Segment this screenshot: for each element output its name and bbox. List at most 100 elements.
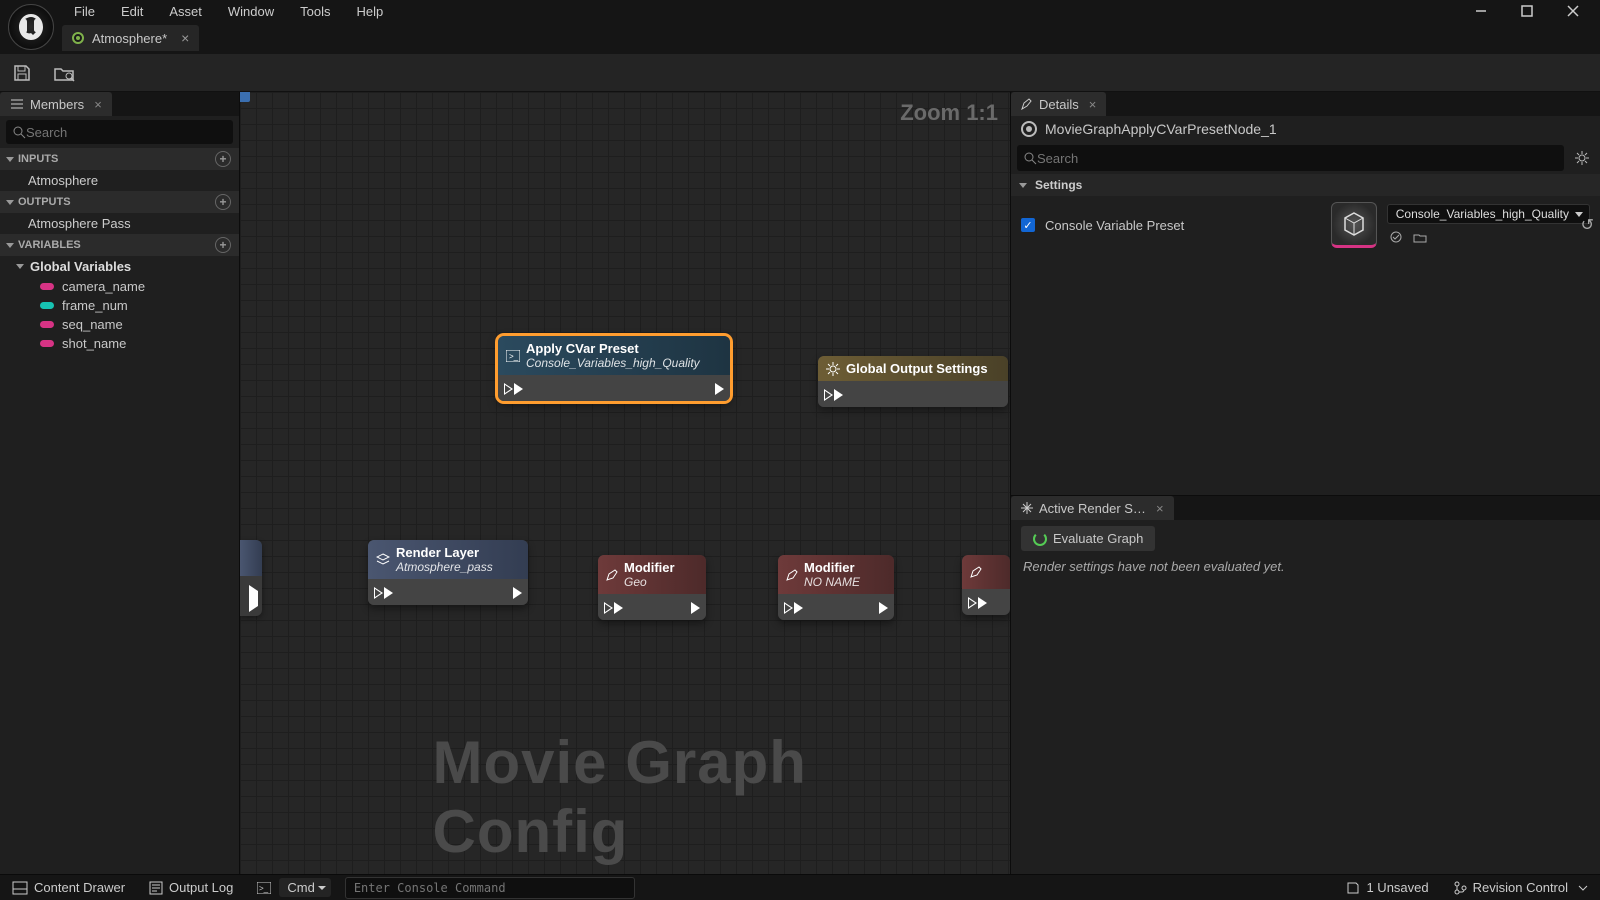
node-instance-icon — [1021, 121, 1037, 137]
input-item[interactable]: Atmosphere — [0, 170, 239, 191]
members-panel: Members × INPUTS+ Atmosphere OUTPUTS+ At… — [0, 92, 240, 874]
details-settings-button[interactable] — [1570, 146, 1594, 170]
node-title: Modifier — [624, 560, 675, 575]
terminal-icon: >_ — [257, 882, 271, 894]
output-item[interactable]: Atmosphere Pass — [0, 213, 239, 234]
browse-to-asset-button[interactable] — [1411, 228, 1429, 246]
exec-pin-in[interactable] — [784, 602, 803, 614]
members-tab-close[interactable]: × — [94, 97, 102, 112]
reset-property-button[interactable]: ↺ — [1581, 215, 1594, 235]
menu-bar: File Edit Asset Window Tools Help — [0, 0, 395, 22]
type-pill-icon — [40, 302, 54, 309]
exec-pin-in[interactable] — [504, 383, 523, 395]
render-settings-tab[interactable]: Active Render S… × — [1011, 496, 1174, 520]
details-search-input[interactable] — [1037, 151, 1558, 166]
exec-pin-in[interactable] — [824, 389, 843, 401]
node-subtitle: Atmosphere_pass — [396, 560, 493, 574]
type-pill-icon — [40, 321, 54, 328]
node-title: Apply CVar Preset — [526, 341, 700, 356]
node-subtitle: Geo — [624, 575, 675, 589]
exec-pin-out[interactable] — [879, 602, 888, 614]
exec-pin-out[interactable] — [715, 383, 724, 395]
output-log-button[interactable]: Output Log — [137, 875, 245, 900]
browse-button[interactable] — [50, 59, 78, 87]
asset-tab-close[interactable]: × — [181, 30, 189, 46]
menu-edit[interactable]: Edit — [109, 1, 155, 22]
menu-window[interactable]: Window — [216, 1, 286, 22]
save-button[interactable] — [8, 59, 36, 87]
window-maximize[interactable] — [1504, 0, 1550, 22]
add-variable-button[interactable]: + — [215, 237, 231, 253]
exec-pin-in[interactable] — [604, 602, 623, 614]
svg-text:>_: >_ — [259, 884, 269, 893]
exec-pin-in[interactable] — [968, 597, 987, 609]
drawer-icon — [12, 881, 28, 895]
add-input-button[interactable]: + — [215, 151, 231, 167]
add-output-button[interactable]: + — [215, 194, 231, 210]
menu-tools[interactable]: Tools — [288, 1, 342, 22]
members-tab-label: Members — [30, 97, 84, 112]
node-title: Global Output Settings — [846, 361, 988, 376]
property-override-checkbox[interactable]: ✓ — [1021, 218, 1035, 232]
menu-file[interactable]: File — [62, 1, 107, 22]
outputs-header[interactable]: OUTPUTS+ — [0, 191, 239, 213]
asset-dropdown[interactable]: Console_Variables_high_Quality — [1387, 204, 1590, 224]
unsaved-button[interactable]: 1 Unsaved — [1334, 880, 1440, 895]
members-search[interactable] — [6, 120, 233, 144]
node-global-output-settings[interactable]: Global Output Settings — [818, 356, 1008, 407]
asset-thumbnail[interactable] — [1331, 202, 1377, 248]
window-minimize[interactable] — [1458, 0, 1504, 22]
list-icon — [10, 98, 24, 110]
node-modifier-geo[interactable]: Modifier Geo — [598, 555, 706, 620]
var-item[interactable]: frame_num — [0, 296, 239, 315]
search-icon — [12, 125, 26, 139]
node-subtitle: Console_Variables_high_Quality — [526, 356, 700, 370]
use-selected-button[interactable] — [1387, 228, 1405, 246]
asset-dirty-icon — [72, 32, 84, 44]
details-tab-label: Details — [1039, 97, 1079, 112]
details-section-header[interactable]: Settings — [1011, 174, 1600, 196]
variables-header[interactable]: VARIABLES+ — [0, 234, 239, 256]
var-item[interactable]: seq_name — [0, 315, 239, 334]
refresh-icon — [1033, 532, 1047, 546]
cmd-mode-dropdown[interactable]: Cmd — [279, 878, 330, 897]
global-vars-header[interactable]: Global Variables — [0, 256, 239, 277]
inputs-header[interactable]: INPUTS+ — [0, 148, 239, 170]
window-close[interactable] — [1550, 0, 1596, 22]
members-tab[interactable]: Members × — [0, 92, 112, 116]
graph-corner-marker — [240, 92, 250, 102]
details-tab-close[interactable]: × — [1089, 97, 1097, 112]
chevron-down-icon — [1578, 883, 1588, 893]
svg-text:>_: >_ — [509, 352, 519, 361]
node-render-layer[interactable]: Render Layer Atmosphere_pass — [368, 540, 528, 605]
details-tab[interactable]: Details × — [1011, 92, 1106, 116]
console-command-input[interactable] — [345, 877, 635, 899]
render-settings-tab-close[interactable]: × — [1156, 501, 1164, 516]
var-item[interactable]: shot_name — [0, 334, 239, 353]
save-icon — [1346, 881, 1360, 895]
type-pill-icon — [40, 340, 54, 347]
exec-pin-in[interactable] — [374, 587, 393, 599]
node-title: Modifier — [804, 560, 860, 575]
details-search[interactable] — [1017, 145, 1564, 171]
render-settings-tab-label: Active Render S… — [1039, 501, 1146, 516]
content-drawer-button[interactable]: Content Drawer — [0, 875, 137, 900]
members-search-input[interactable] — [26, 125, 227, 140]
revision-control-button[interactable]: Revision Control — [1441, 880, 1600, 895]
exec-pin-out[interactable] — [513, 587, 522, 599]
menu-asset[interactable]: Asset — [157, 1, 214, 22]
property-label: Console Variable Preset — [1045, 218, 1321, 233]
zoom-label: Zoom 1:1 — [900, 100, 998, 126]
node-modifier-noname[interactable]: Modifier NO NAME — [778, 555, 894, 620]
exec-pin-out[interactable] — [691, 602, 700, 614]
graph-canvas[interactable]: Zoom 1:1 Movie Graph Config >_ Apply CVa… — [240, 92, 1010, 874]
asset-tab[interactable]: Atmosphere* × — [62, 25, 199, 51]
node-partial-right[interactable] — [962, 555, 1010, 615]
node-apply-cvar-preset[interactable]: >_ Apply CVar Preset Console_Variables_h… — [498, 336, 730, 401]
ue-logo[interactable] — [8, 4, 54, 50]
menu-help[interactable]: Help — [344, 1, 395, 22]
evaluate-graph-button[interactable]: Evaluate Graph — [1021, 526, 1155, 551]
pencil-icon — [606, 569, 618, 581]
var-item[interactable]: camera_name — [0, 277, 239, 296]
node-partial-left[interactable] — [240, 540, 262, 616]
